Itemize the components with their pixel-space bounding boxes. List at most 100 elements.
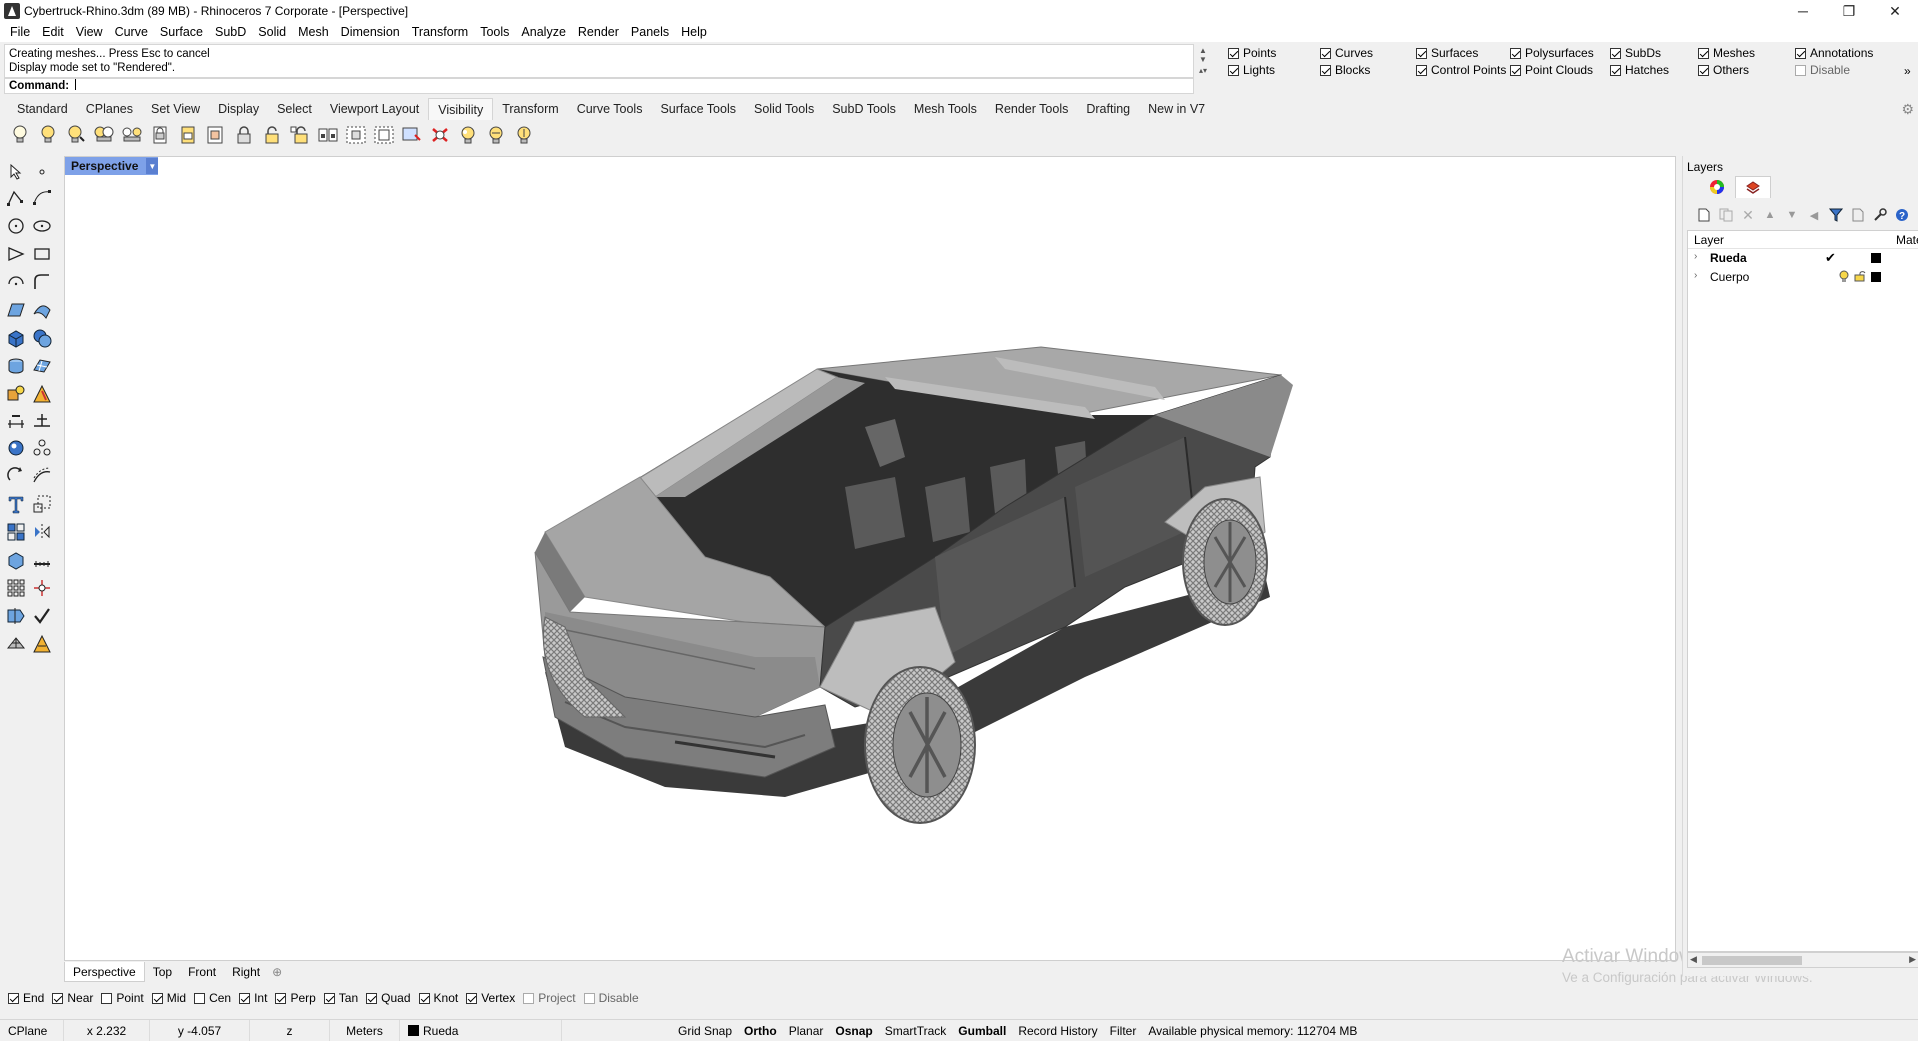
checkbox-box[interactable] bbox=[1320, 47, 1331, 59]
circle-icon[interactable] bbox=[4, 214, 28, 238]
checkbox-box[interactable] bbox=[101, 992, 113, 1004]
checkbox-box[interactable] bbox=[1698, 64, 1709, 76]
tab-standard[interactable]: Standard bbox=[8, 98, 77, 120]
close-button[interactable]: ✕ bbox=[1872, 0, 1918, 22]
status-pane-grid-snap[interactable]: Grid Snap bbox=[672, 1020, 738, 1041]
menu-item-panels[interactable]: Panels bbox=[625, 25, 675, 39]
checkbox-box[interactable] bbox=[52, 992, 64, 1004]
scroll-left-icon[interactable]: ◀ bbox=[1690, 954, 1697, 965]
tab-transform[interactable]: Transform bbox=[493, 98, 568, 120]
checkbox-box[interactable] bbox=[1795, 47, 1806, 59]
units-indicator[interactable]: Meters bbox=[330, 1019, 400, 1041]
hide-in-detail-icon[interactable] bbox=[344, 123, 368, 147]
checkbox-box[interactable] bbox=[466, 992, 478, 1004]
measure-icon[interactable] bbox=[30, 548, 54, 572]
status-pane-record-history[interactable]: Record History bbox=[1012, 1020, 1103, 1041]
show-all-bulb-icon[interactable] bbox=[120, 123, 144, 147]
status-pane-planar[interactable]: Planar bbox=[783, 1020, 830, 1041]
checkbox-box[interactable] bbox=[1698, 47, 1709, 59]
checkbox-box[interactable] bbox=[151, 992, 163, 1004]
menu-item-render[interactable]: Render bbox=[572, 25, 625, 39]
layer-unlock-icon[interactable] bbox=[1854, 270, 1866, 285]
unlock-icon[interactable] bbox=[260, 123, 284, 147]
tools-icon[interactable] bbox=[1869, 206, 1891, 224]
menu-item-file[interactable]: File bbox=[4, 25, 36, 39]
gumball-icon[interactable] bbox=[30, 576, 54, 600]
visibility-surfaces-checkbox[interactable]: Surfaces bbox=[1416, 46, 1478, 60]
restore-button[interactable]: ❐ bbox=[1826, 0, 1872, 22]
current-layer-indicator[interactable]: Rueda bbox=[400, 1019, 562, 1041]
tab-cplanes[interactable]: CPlanes bbox=[77, 98, 142, 120]
array-icon[interactable] bbox=[4, 576, 28, 600]
help-icon[interactable]: ? bbox=[1891, 206, 1913, 224]
offset-curve-icon[interactable] bbox=[30, 464, 54, 488]
tab-select[interactable]: Select bbox=[268, 98, 321, 120]
osnap-project-checkbox[interactable]: Project bbox=[523, 991, 576, 1005]
layer-off-bulb-icon[interactable] bbox=[456, 123, 480, 147]
show-objects-bulb-icon[interactable] bbox=[8, 123, 32, 147]
tab-curve-tools[interactable]: Curve Tools bbox=[568, 98, 652, 120]
osnap-end-checkbox[interactable]: End bbox=[8, 991, 44, 1005]
visibility-control-points-checkbox[interactable]: Control Points bbox=[1416, 63, 1506, 77]
checkbox-box[interactable] bbox=[1510, 47, 1521, 59]
visibility-meshes-checkbox[interactable]: Meshes bbox=[1698, 46, 1755, 60]
checkbox-box[interactable] bbox=[1228, 47, 1239, 59]
lock-selected-icon[interactable] bbox=[176, 123, 200, 147]
status-pane-filter[interactable]: Filter bbox=[1104, 1020, 1143, 1041]
menu-item-curve[interactable]: Curve bbox=[109, 25, 154, 39]
layer-column-header[interactable]: Layer bbox=[1694, 233, 1724, 247]
viewport-tab-top[interactable]: Top bbox=[145, 962, 180, 982]
checkbox-box[interactable] bbox=[1416, 47, 1427, 59]
tab-visibility[interactable]: Visibility bbox=[428, 98, 494, 120]
checkbox-box[interactable] bbox=[275, 992, 287, 1004]
layers-horizontal-scrollbar[interactable]: ◀ ▶ bbox=[1687, 952, 1918, 968]
menu-item-edit[interactable]: Edit bbox=[36, 25, 70, 39]
layer-isolate-bulb-icon[interactable] bbox=[512, 123, 536, 147]
new-layer-icon[interactable] bbox=[1693, 206, 1715, 224]
minimize-button[interactable]: ─ bbox=[1780, 0, 1826, 22]
checkbox-box[interactable] bbox=[523, 992, 535, 1004]
check-icon[interactable] bbox=[30, 604, 54, 628]
layer-color-swatch[interactable] bbox=[1871, 272, 1881, 282]
visibility-points-checkbox[interactable]: Points bbox=[1228, 46, 1276, 60]
move-up-icon[interactable]: ▲ bbox=[1759, 206, 1781, 224]
transform-icon[interactable] bbox=[30, 408, 54, 432]
checkbox-box[interactable] bbox=[1416, 64, 1427, 76]
unlock-document-icon[interactable] bbox=[204, 123, 228, 147]
menu-item-solid[interactable]: Solid bbox=[252, 25, 292, 39]
osnap-cen-checkbox[interactable]: Cen bbox=[194, 991, 231, 1005]
osnap-vertex-checkbox[interactable]: Vertex bbox=[466, 991, 515, 1005]
checkbox-box[interactable] bbox=[583, 992, 595, 1004]
menu-item-mesh[interactable]: Mesh bbox=[292, 25, 335, 39]
checkbox-box[interactable] bbox=[366, 992, 378, 1004]
osnap-knot-checkbox[interactable]: Knot bbox=[418, 991, 458, 1005]
box-solid-icon[interactable] bbox=[4, 326, 28, 350]
rectangle-icon[interactable] bbox=[30, 242, 54, 266]
status-pane-osnap[interactable]: Osnap bbox=[829, 1020, 878, 1041]
visibility-subds-checkbox[interactable]: SubDs bbox=[1610, 46, 1661, 60]
polyline-icon[interactable] bbox=[4, 186, 28, 210]
tab-viewport-layout[interactable]: Viewport Layout bbox=[321, 98, 428, 120]
layer-visible-bulb-icon[interactable] bbox=[1839, 270, 1849, 286]
boolean-union-icon[interactable] bbox=[30, 326, 54, 350]
visibility-hatches-checkbox[interactable]: Hatches bbox=[1610, 63, 1669, 77]
visibility-others-checkbox[interactable]: Others bbox=[1698, 63, 1749, 77]
layer-document-icon[interactable] bbox=[1847, 206, 1869, 224]
osnap-disable-checkbox[interactable]: Disable bbox=[583, 991, 639, 1005]
tab-set-view[interactable]: Set View bbox=[142, 98, 209, 120]
hide-objects-bulb-icon[interactable] bbox=[36, 123, 60, 147]
menu-item-analyze[interactable]: Analyze bbox=[515, 25, 571, 39]
menu-item-view[interactable]: View bbox=[70, 25, 109, 39]
checkbox-box[interactable] bbox=[1510, 64, 1521, 76]
add-viewport-tab-icon[interactable]: ⊕ bbox=[268, 965, 286, 979]
hide-swap-bulb-icon[interactable] bbox=[92, 123, 116, 147]
checkbox-box[interactable] bbox=[418, 992, 430, 1004]
osnap-tan-checkbox[interactable]: Tan bbox=[323, 991, 358, 1005]
osnap-int-checkbox[interactable]: Int bbox=[239, 991, 267, 1005]
ellipse-icon[interactable] bbox=[30, 214, 54, 238]
checkbox-box[interactable] bbox=[1610, 64, 1621, 76]
lock-swap-icon[interactable] bbox=[316, 123, 340, 147]
mesh-tools-icon[interactable] bbox=[4, 632, 28, 656]
current-layer-check-icon[interactable]: ✔ bbox=[1825, 250, 1836, 266]
checkbox-box[interactable] bbox=[8, 992, 19, 1004]
